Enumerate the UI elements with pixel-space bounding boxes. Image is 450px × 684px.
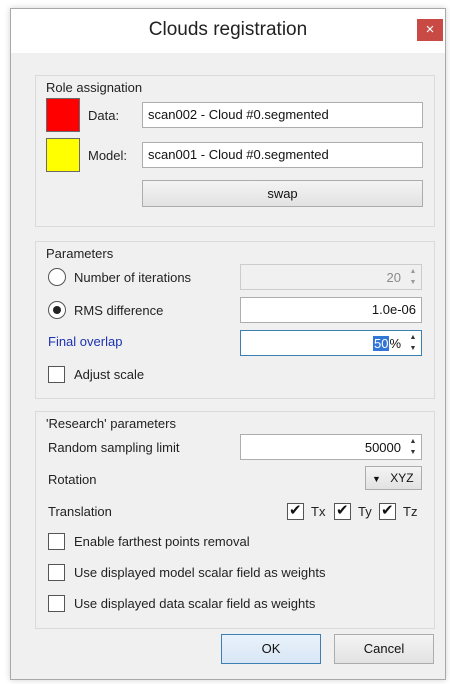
rotation-dropdown[interactable]: ▼ XYZ: [365, 466, 422, 490]
research-group-title: 'Research' parameters: [46, 416, 176, 431]
overlap-label: Final overlap: [48, 334, 123, 349]
swap-button[interactable]: swap: [142, 180, 423, 207]
dialog-window: Clouds registration × Role assignation D…: [10, 8, 446, 680]
adjust-scale-label: Adjust scale: [74, 367, 145, 382]
overlap-value: 50: [372, 336, 390, 351]
close-button[interactable]: ×: [417, 19, 443, 41]
adjust-scale-checkbox[interactable]: [48, 366, 65, 383]
dropdown-arrow-icon: ▼: [372, 474, 381, 484]
model-weights-label: Use displayed model scalar field as weig…: [74, 565, 326, 580]
iterations-radio[interactable]: [48, 268, 66, 286]
rms-radio[interactable]: [48, 301, 66, 319]
rotation-value: XYZ: [390, 471, 414, 485]
title-bar: Clouds registration ×: [11, 9, 445, 53]
sampling-label: Random sampling limit: [48, 440, 180, 455]
iterations-value: 20: [386, 270, 401, 285]
data-label: Data:: [88, 108, 120, 123]
spin-arrows-icon[interactable]: ▲ ▼: [406, 332, 420, 354]
translation-label: Translation: [48, 504, 112, 519]
parameters-group-title: Parameters: [46, 246, 114, 261]
model-cloud-field[interactable]: scan001 - Cloud #0.segmented: [142, 142, 423, 168]
overlap-value-wrapper: 50%: [372, 336, 401, 351]
model-color-swatch[interactable]: [46, 138, 80, 172]
tx-label: Tx: [311, 504, 326, 519]
parameters-group: Parameters Number of iterations 20 ▲ ▼ RM…: [35, 241, 435, 399]
ty-label: Ty: [358, 504, 372, 519]
data-weights-label: Use displayed data scalar field as weigh…: [74, 596, 316, 611]
data-weights-checkbox[interactable]: [48, 595, 65, 612]
data-color-swatch[interactable]: [46, 98, 80, 132]
dialog-title: Clouds registration: [148, 19, 308, 40]
tz-label: Tz: [403, 504, 418, 519]
iterations-label: Number of iterations: [74, 270, 192, 285]
iterations-spinbox[interactable]: 20 ▲ ▼: [240, 264, 422, 290]
overlap-suffix: %: [389, 336, 401, 351]
checkmark-icon: ✔: [336, 501, 349, 519]
rms-field[interactable]: 1.0e-06: [240, 297, 422, 323]
spin-arrows-icon[interactable]: ▲ ▼: [406, 436, 420, 458]
sampling-value: 50000: [364, 440, 401, 455]
data-cloud-field[interactable]: scan002 - Cloud #0.segmented: [142, 102, 423, 128]
ok-button[interactable]: OK: [221, 634, 321, 664]
rms-label: RMS difference: [74, 303, 164, 318]
overlap-spinbox[interactable]: 50% ▲ ▼: [240, 330, 422, 356]
close-icon: ×: [425, 21, 435, 38]
rotation-label: Rotation: [48, 472, 97, 487]
farthest-removal-label: Enable farthest points removal: [74, 534, 250, 549]
model-label: Model:: [88, 148, 128, 163]
model-weights-checkbox[interactable]: [48, 564, 65, 581]
role-group-title: Role assignation: [46, 80, 143, 95]
sampling-spinbox[interactable]: 50000 ▲ ▼: [240, 434, 422, 460]
cancel-button[interactable]: Cancel: [334, 634, 434, 664]
tz-checkbox[interactable]: ✔: [379, 501, 396, 520]
checkmark-icon: ✔: [381, 501, 394, 519]
checkmark-icon: ✔: [289, 501, 302, 519]
role-assignation-group: Role assignation Data: scan002 - Cloud #…: [35, 75, 435, 227]
farthest-removal-checkbox[interactable]: [48, 533, 65, 550]
ty-checkbox[interactable]: ✔: [334, 501, 351, 520]
research-parameters-group: 'Research' parameters Random sampling li…: [35, 411, 435, 629]
spin-arrows-icon[interactable]: ▲ ▼: [406, 266, 420, 288]
tx-checkbox[interactable]: ✔: [287, 501, 304, 520]
